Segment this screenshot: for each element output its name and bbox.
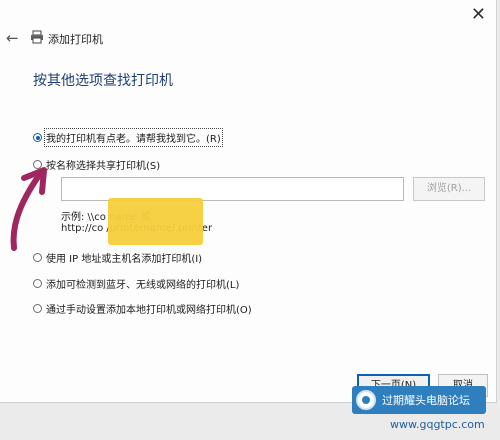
watermark-site: www.gqgtpc.com (390, 418, 485, 431)
watermark-text: 过期耀头电脑论坛 (382, 394, 470, 407)
option-label: 我的打印机有点老。请帮我找到它。(R) (44, 128, 223, 147)
window-title: 添加打印机 (48, 33, 103, 46)
watermark-badge: 过期耀头电脑论坛 (352, 386, 486, 414)
close-icon[interactable]: ✕ (471, 4, 486, 25)
option-label: 通过手动设置添加本地打印机或网络打印机(O) (46, 305, 252, 316)
radio-printer-is-old[interactable] (33, 133, 42, 142)
add-printer-dialog: ✕ ← 添加打印机 按其他选项查找打印机 我的打印机有点老。请帮我找到它。(R)… (0, 0, 497, 403)
option-printer-is-old[interactable]: 我的打印机有点老。请帮我找到它。(R) (33, 128, 223, 147)
printer-icon (31, 30, 43, 44)
watermark-logo-icon (356, 390, 376, 410)
browse-button[interactable]: 浏览(R)... (413, 177, 485, 201)
annotation-arrow (10, 167, 47, 251)
option-detect-wireless[interactable]: 添加可检测到蓝牙、无线或网络的打印机(L) (33, 276, 239, 291)
option-label: 添加可检测到蓝牙、无线或网络的打印机(L) (46, 280, 240, 291)
redaction-highlight (108, 198, 203, 245)
radio-detect-wireless[interactable] (33, 279, 42, 288)
option-label: 使用 IP 地址或主机名添加打印机(I) (46, 254, 203, 265)
back-arrow-icon[interactable]: ← (6, 29, 19, 47)
page-heading: 按其他选项查找打印机 (33, 73, 173, 89)
option-manual-local[interactable]: 通过手动设置添加本地打印机或网络打印机(O) (33, 301, 252, 316)
radio-manual-local[interactable] (33, 304, 42, 313)
